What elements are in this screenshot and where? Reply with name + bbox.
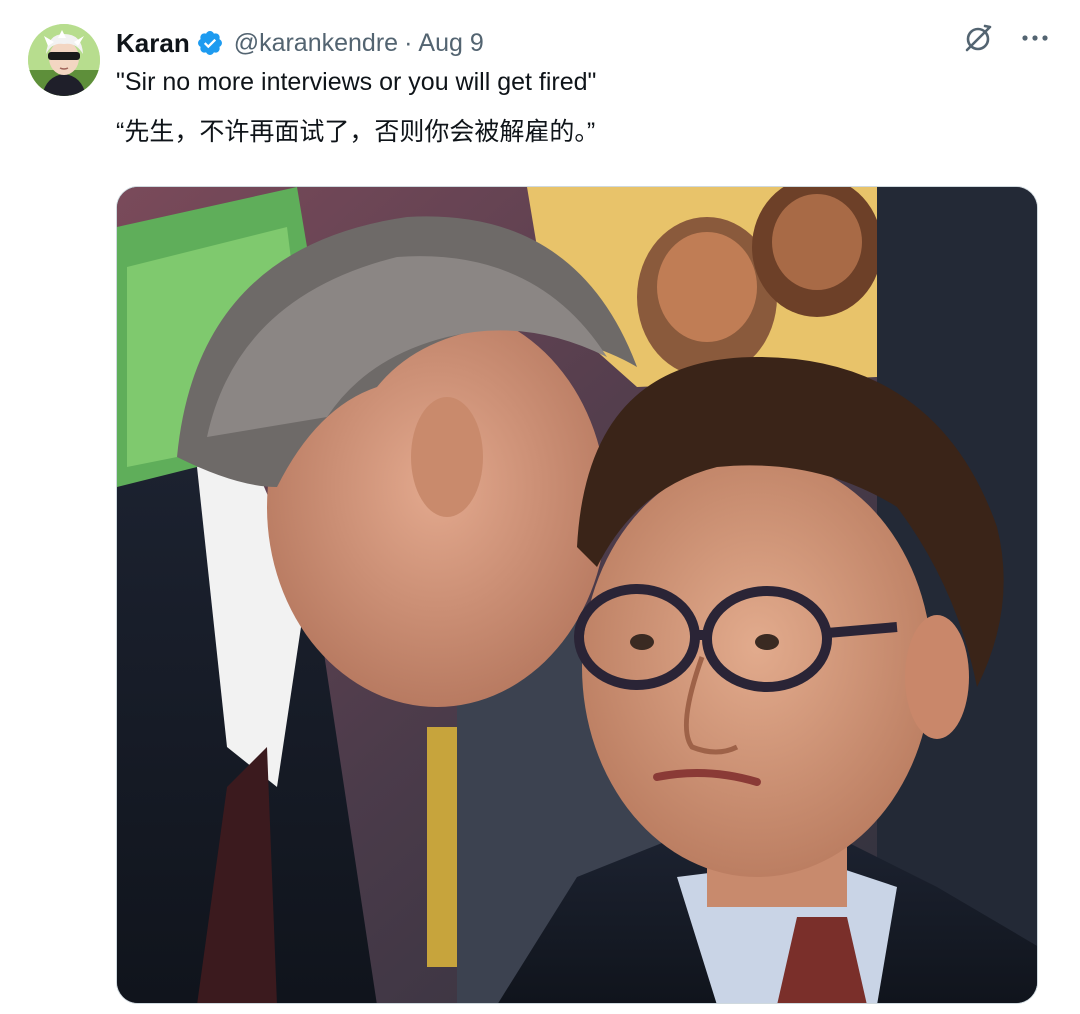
tweet[interactable]: Karan @karankendre · Aug 9 "Sir no more …	[0, 0, 1080, 1014]
verified-badge-icon[interactable]	[196, 29, 224, 57]
tweet-date[interactable]: Aug 9	[418, 29, 483, 58]
tweet-photo[interactable]	[116, 186, 1038, 1004]
photo-illustration	[117, 187, 1037, 1003]
avatar[interactable]	[28, 24, 100, 96]
grok-icon[interactable]	[962, 22, 994, 54]
tweet-actions	[962, 22, 1050, 54]
display-name[interactable]: Karan	[116, 28, 190, 59]
separator-dot: ·	[404, 28, 413, 57]
tweet-text-chinese: “先生，不许再面试了，否则你会被解雇的。”	[116, 118, 596, 146]
tweet-text: "Sir no more interviews or you will get …	[116, 64, 1036, 150]
author-handle[interactable]: @karankendre	[234, 29, 398, 58]
tweet-header: Karan @karankendre · Aug 9	[116, 26, 484, 60]
tweet-text-english: "Sir no more interviews or you will get …	[116, 68, 597, 96]
avatar-image	[28, 24, 100, 96]
more-icon[interactable]	[1020, 23, 1050, 53]
